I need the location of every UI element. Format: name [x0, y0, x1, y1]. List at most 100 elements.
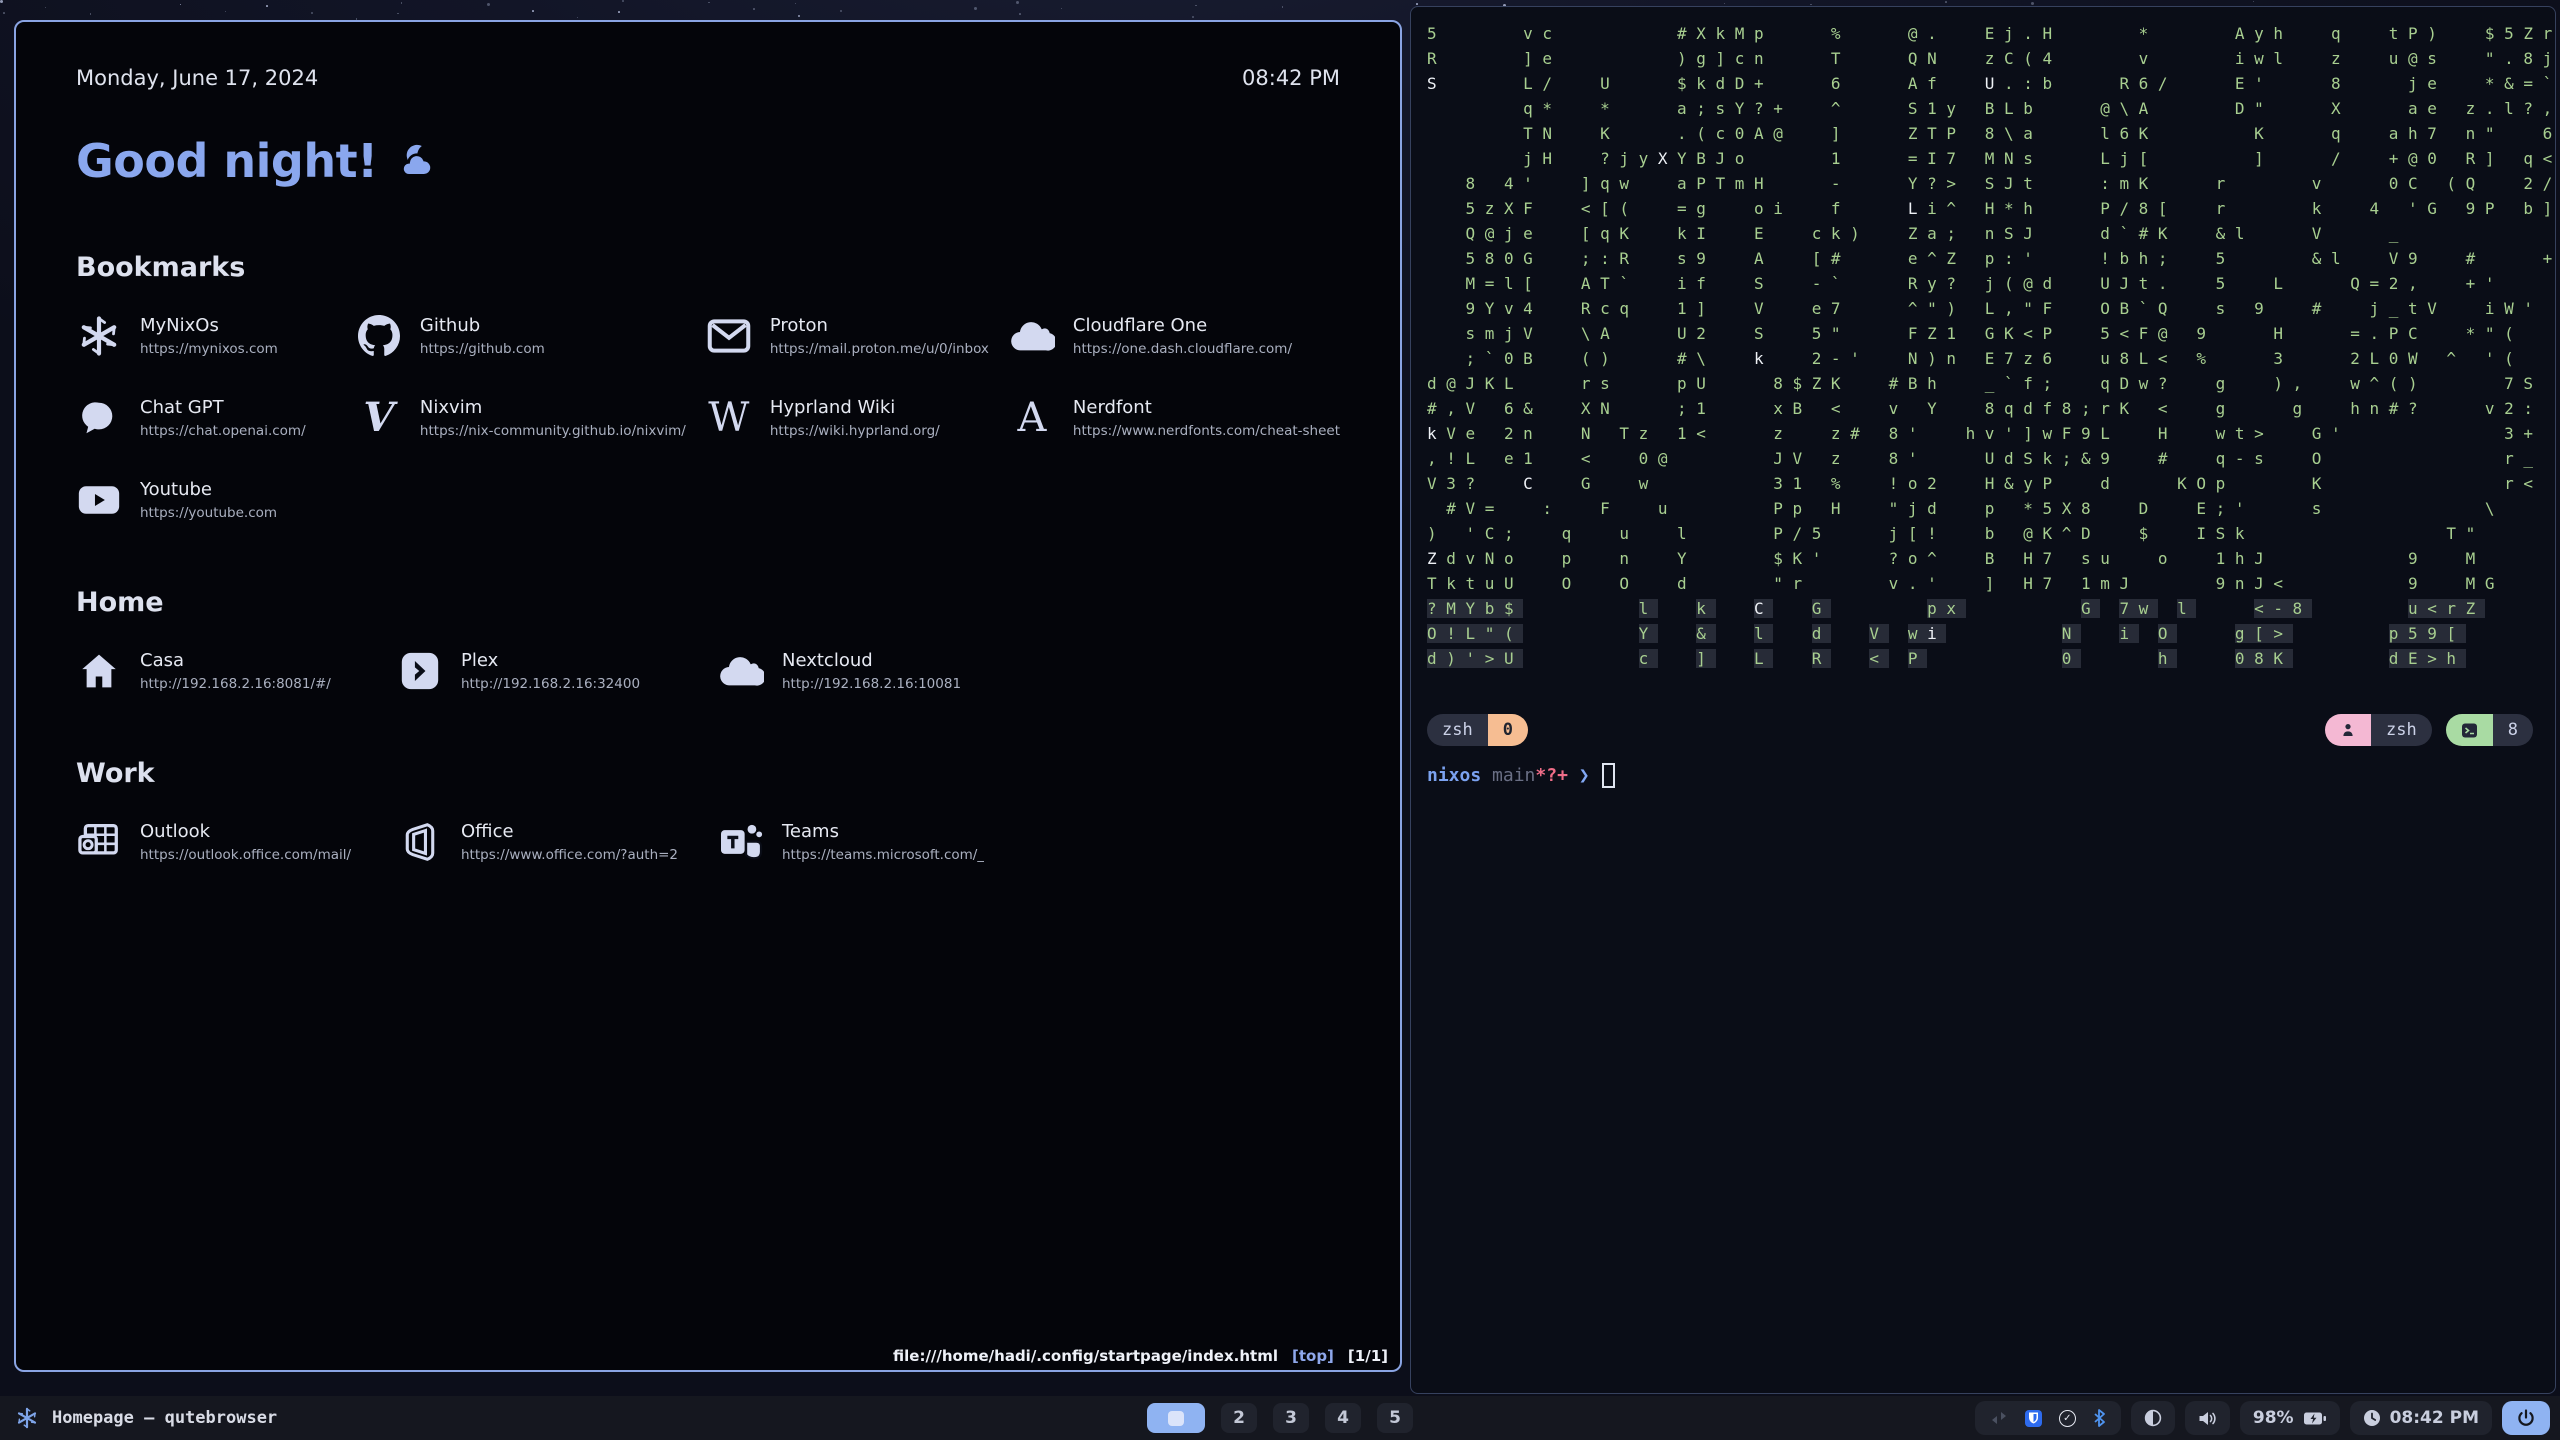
bookmark-item[interactable]: Chat GPT https://chat.openai.com/ [76, 395, 336, 441]
bookmark-grid: Outlookhttps://outlook.office.com/mail/O… [76, 819, 1340, 865]
tmux-shell-label: zsh [2371, 714, 2432, 746]
wiki-icon: W [706, 395, 752, 441]
prompt-git-branch: main [1492, 765, 1535, 786]
workspace-4[interactable]: 4 [1325, 1403, 1361, 1433]
bookmark-label: Youtube [140, 479, 277, 500]
bookmark-label: Casa [140, 650, 331, 671]
tmux-status-bar: zsh 0 zsh 8 [1427, 713, 2533, 747]
cloud-icon [1009, 313, 1055, 359]
check-circle-icon[interactable]: ✓ [2059, 1410, 2076, 1427]
terminal-icon [2446, 714, 2493, 746]
bookmark-url: http://192.168.2.16:10081 [782, 676, 961, 692]
bookmark-item[interactable]: Nextcloudhttp://192.168.2.16:10081 [718, 648, 1019, 694]
outlook-icon [76, 819, 122, 865]
clock-icon [2363, 1409, 2381, 1427]
bookmark-url: https://github.com [420, 341, 545, 357]
tmux-window-index: 0 [1488, 714, 1528, 746]
bookmark-label: Proton [770, 315, 989, 336]
battery-percentage: 98% [2253, 1408, 2294, 1428]
clock-label: 08:42 PM [1242, 66, 1340, 90]
statusbar-scroll-position: [top] [1292, 1347, 1334, 1365]
section-work: Work Outlookhttps://outlook.office.com/ma… [76, 758, 1340, 865]
section-title: Work [76, 758, 1340, 789]
bookmark-label: Office [461, 821, 678, 842]
bookmark-item[interactable]: Outlookhttps://outlook.office.com/mail/ [76, 819, 377, 865]
night-light-module[interactable] [2131, 1401, 2175, 1435]
volume-module[interactable] [2185, 1401, 2230, 1435]
youtube-icon [76, 477, 122, 523]
bookmark-item[interactable]: WHyprland Wikihttps://wiki.hyprland.org/ [706, 395, 989, 441]
statusbar-url: file:///home/hadi/.config/startpage/inde… [893, 1347, 1278, 1365]
bookmark-url: https://outlook.office.com/mail/ [140, 847, 351, 863]
bookmark-item[interactable]: ANerdfonthttps://www.nerdfonts.com/cheat… [1009, 395, 1340, 441]
tmux-window-tab[interactable]: zsh 0 [1427, 714, 1528, 746]
tmux-window-name: zsh [1427, 714, 1488, 746]
power-button[interactable] [2502, 1401, 2550, 1435]
desktop: Monday, June 17, 2024 08:42 PM Good nigh… [0, 0, 2560, 1440]
kdeconnect-icon[interactable] [1990, 1410, 2008, 1426]
bookmark-item[interactable]: Youtube https://youtube.com [76, 477, 336, 523]
workspace-5[interactable]: 5 [1377, 1403, 1413, 1433]
workspace-3[interactable]: 3 [1273, 1403, 1309, 1433]
user-icon [2325, 714, 2371, 746]
statusbar-tab-counter: [1/1] [1348, 1347, 1388, 1365]
bookmark-label: Hyprland Wiki [770, 397, 940, 418]
bookmark-url: http://192.168.2.16:8081/#/ [140, 676, 331, 692]
battery-charging-icon [2303, 1411, 2327, 1426]
bookmark-item[interactable]: Office https://www.office.com/?auth=2 [397, 819, 698, 865]
window-title: Homepage — qutebrowser [52, 1408, 277, 1428]
prompt-symbol: ❯ [1579, 765, 1590, 786]
bluetooth-icon[interactable] [2093, 1409, 2106, 1427]
section-title: Home [76, 587, 1340, 618]
bookmark-url: https://teams.microsoft.com/_ [782, 847, 984, 863]
workspace-2[interactable]: 2 [1221, 1403, 1257, 1433]
bookmark-label: Nerdfont [1073, 397, 1340, 418]
bookmark-grid: Casa http://192.168.2.16:8081/#/ Plexhttp:… [76, 648, 1340, 694]
date-label: Monday, June 17, 2024 [76, 66, 318, 90]
workspace-1-active[interactable] [1147, 1403, 1205, 1433]
clock-module[interactable]: 08:42 PM [2350, 1401, 2492, 1435]
terminal-window[interactable]: 5 vc #XkMp % @. Ej.H * Ayh q tP) $5ZrR ]… [1410, 6, 2556, 1394]
bookmark-item[interactable]: Teams https://teams.microsoft.com/_ [718, 819, 1019, 865]
moon-cloud-icon [394, 141, 440, 181]
bookmark-item[interactable]: Casa http://192.168.2.16:8081/#/ [76, 648, 377, 694]
section-home: Home Casa http://192.168.2.16:8081/#/ Plexh… [76, 587, 1340, 694]
bookmark-url: https://mynixos.com [140, 341, 278, 357]
bookmark-url: https://www.office.com/?auth=2 [461, 847, 678, 863]
qutebrowser-window: Monday, June 17, 2024 08:42 PM Good nigh… [14, 20, 1402, 1372]
bookmark-label: Teams [782, 821, 984, 842]
workspaces: 2345 [1147, 1396, 1413, 1440]
nixos-icon [76, 313, 122, 359]
prompt-host: nixos [1427, 765, 1481, 786]
chat-icon [76, 395, 122, 441]
status-bar: Homepage — qutebrowser 2345 ✓ [0, 1396, 2560, 1440]
bookmark-label: Cloudflare One [1073, 315, 1292, 336]
bookmark-label: MyNixOs [140, 315, 278, 336]
bookmark-label: Github [420, 315, 545, 336]
terminal-cursor[interactable] [1602, 763, 1615, 788]
bookmark-item[interactable]: Protonhttps://mail.proton.me/u/0/inbox [706, 313, 989, 359]
bookmark-item[interactable]: Cloudflare Onehttps://one.dash.cloudflar… [1009, 313, 1340, 359]
active-window-module: Homepage — qutebrowser [16, 1396, 277, 1440]
bookmark-url: https://chat.openai.com/ [140, 423, 306, 439]
bookmark-label: Chat GPT [140, 397, 306, 418]
speaker-icon [2198, 1410, 2217, 1427]
bookmark-item[interactable]: MyNixOs https://mynixos.com [76, 313, 336, 359]
shell-prompt[interactable]: nixos main*?+ ❯ [1427, 763, 1615, 788]
cloud-icon [718, 648, 764, 694]
home-icon [76, 648, 122, 694]
matrix-rain: 5 vc #XkMp % @. Ej.H * Ayh q tP) $5ZrR ]… [1427, 21, 2556, 671]
tmux-session-count: 8 [2493, 714, 2533, 746]
section-bookmarks: BookmarksMyNixOshttps://mynixos.comGithu… [76, 252, 1340, 523]
bookmark-item[interactable]: Plexhttp://192.168.2.16:32400 [397, 648, 698, 694]
bookmark-item[interactable]: VNixvimhttps://nix-community.github.io/n… [356, 395, 686, 441]
prompt-git-status: *?+ [1535, 765, 1568, 786]
bookmark-url: https://youtube.com [140, 505, 277, 521]
bitwarden-icon[interactable] [2025, 1410, 2042, 1427]
bookmark-grid: MyNixOs https://mynixos.com Github https://… [76, 313, 1340, 523]
bookmark-item[interactable]: Github https://github.com [356, 313, 686, 359]
battery-module: 98% [2240, 1401, 2340, 1435]
clock-text: 08:42 PM [2390, 1408, 2479, 1428]
bookmark-url: http://192.168.2.16:32400 [461, 676, 640, 692]
mail-icon [706, 313, 752, 359]
